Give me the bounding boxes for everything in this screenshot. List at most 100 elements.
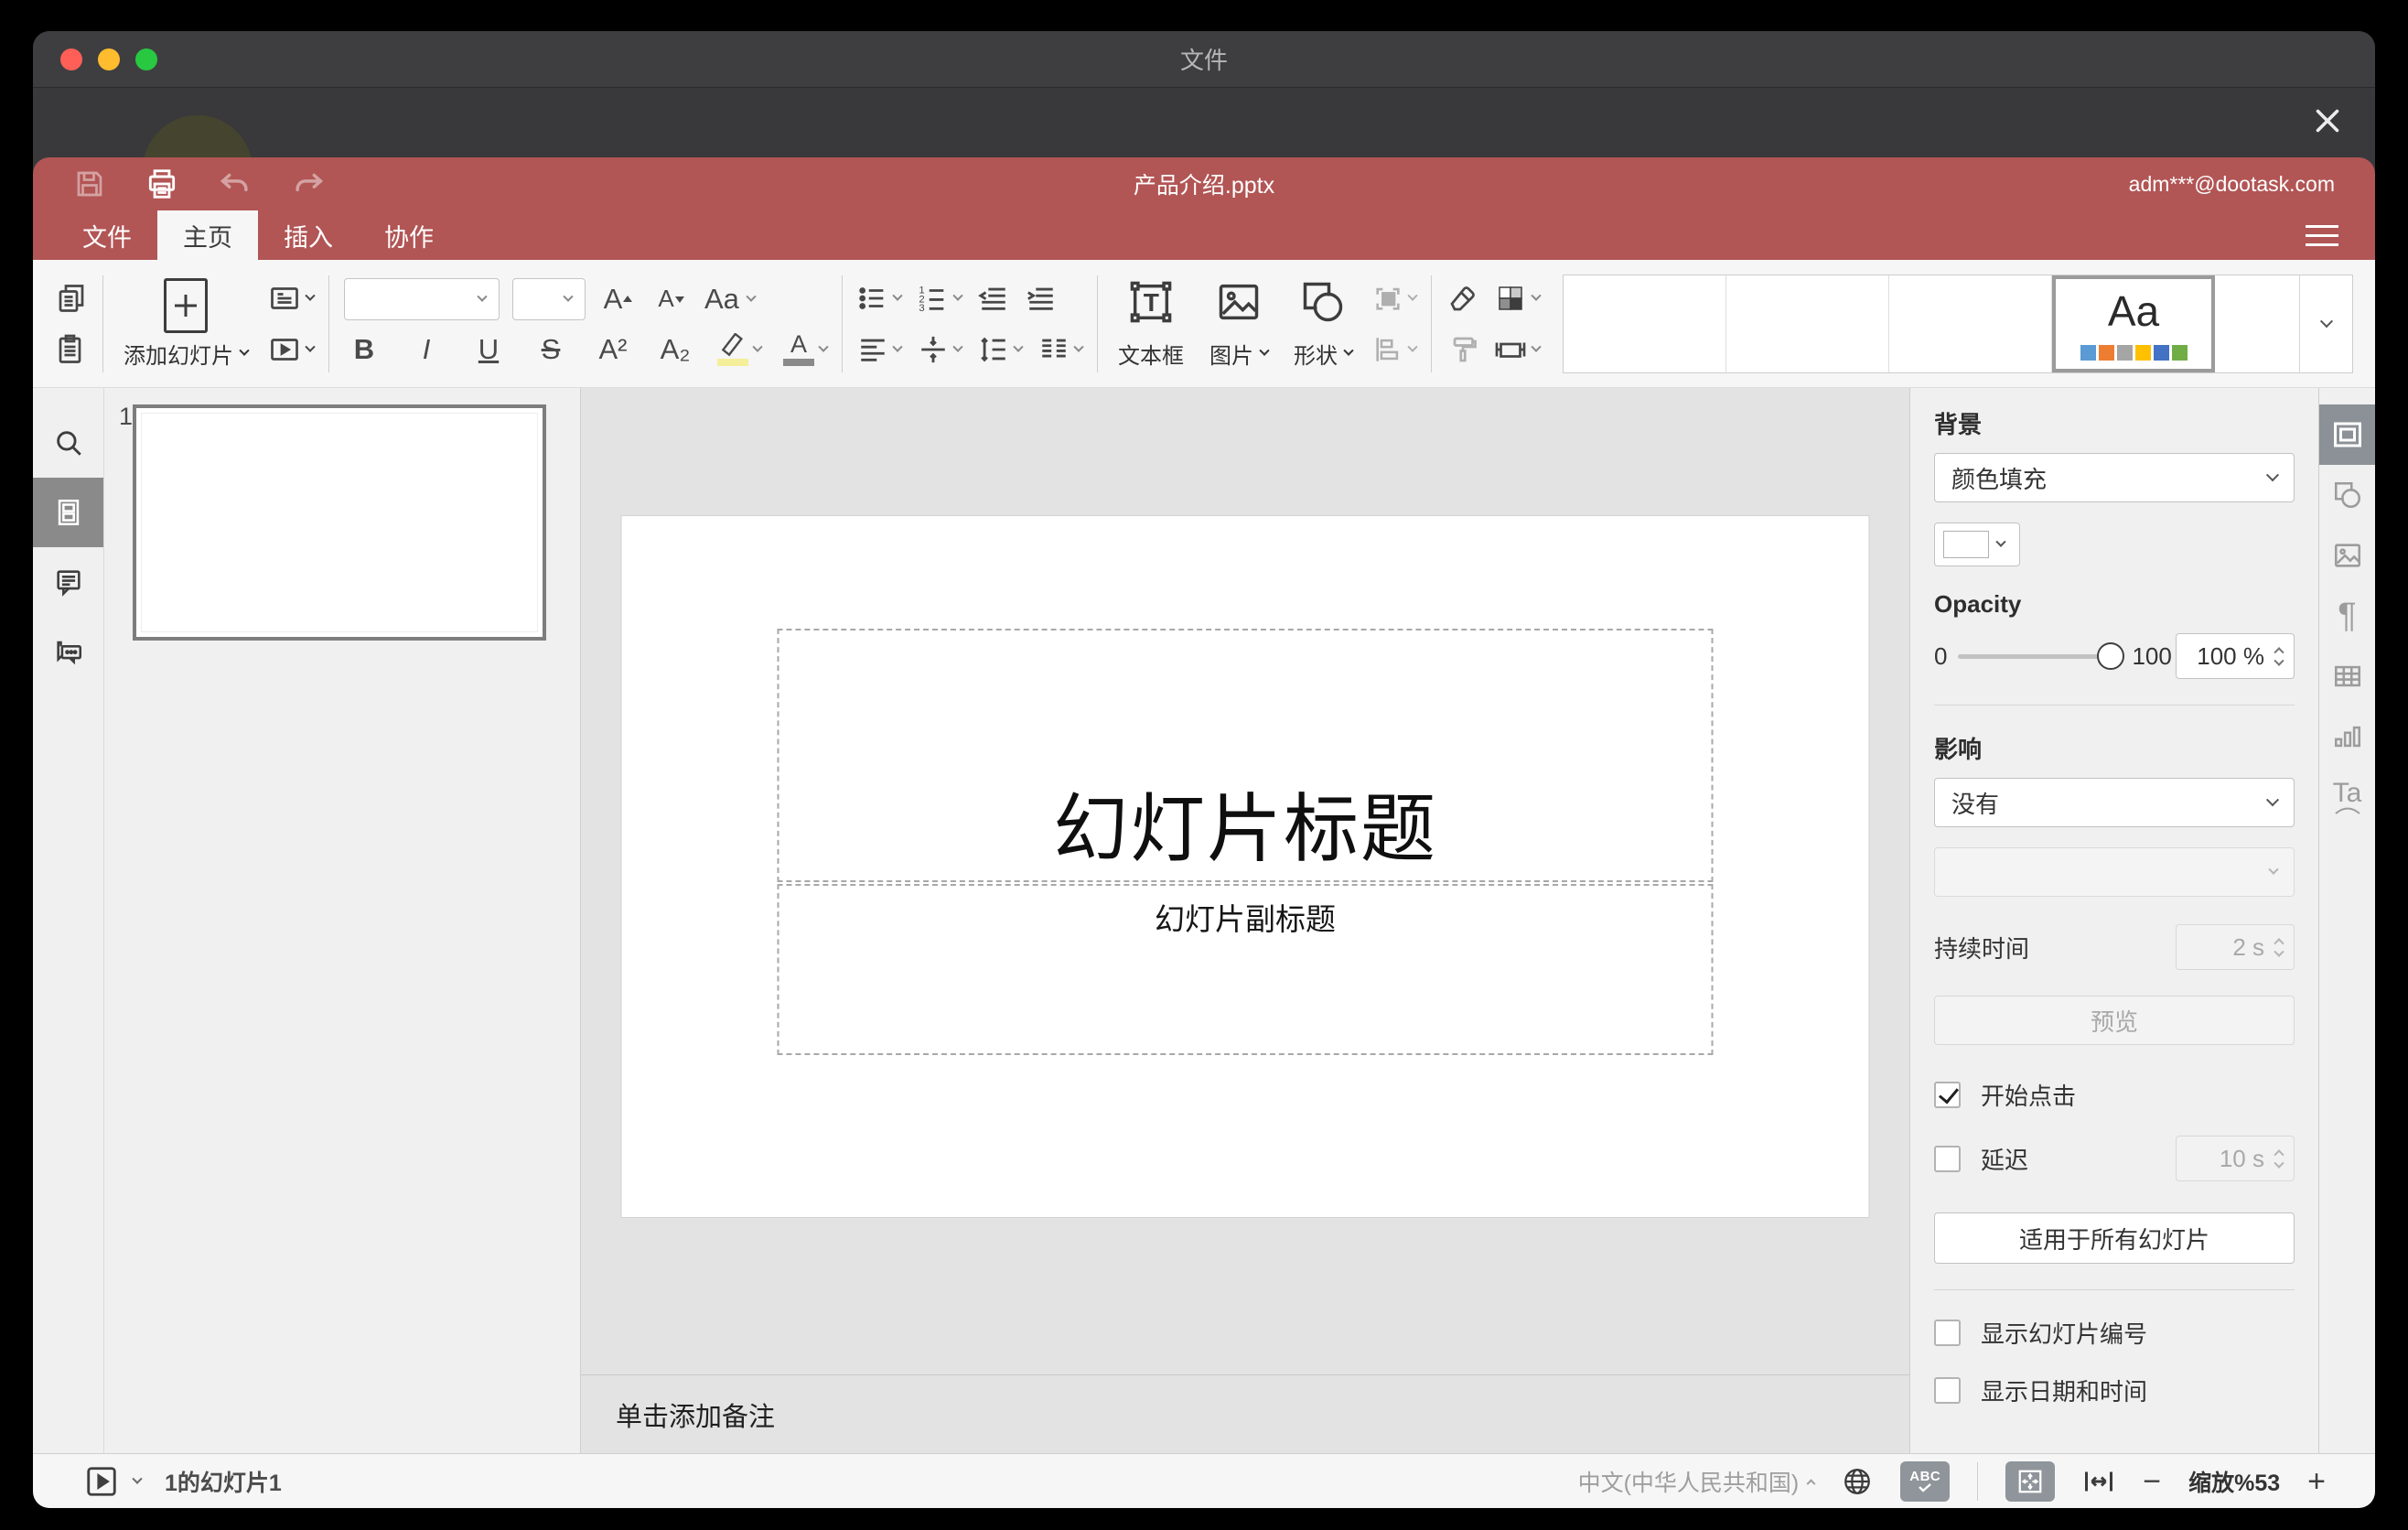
text-box-label: 文本框 [1118,343,1184,369]
paste-icon[interactable] [55,329,88,370]
horizontal-align-button[interactable] [857,329,903,370]
chevron-down-icon[interactable] [132,1473,143,1484]
increase-indent-button[interactable] [1026,278,1057,318]
effect-select[interactable]: 没有 [1934,778,2295,827]
add-slide-button[interactable]: 添加幻灯片 [118,276,253,372]
spellcheck-button[interactable]: ABC [1900,1460,1951,1502]
change-layout-button[interactable] [268,278,316,318]
document-title: 产品介绍.pptx [1133,173,1275,199]
sidebar-item-comments[interactable] [33,547,103,617]
subscript-button[interactable]: A₂ [655,333,695,366]
strikeout-button[interactable]: S [531,333,571,366]
print-icon[interactable] [145,167,179,201]
tab-home[interactable]: 主页 [157,210,258,260]
tab-file[interactable]: 文件 [57,210,157,260]
text-box-button[interactable]: T 文本框 [1113,276,1189,372]
show-slide-number-checkbox[interactable] [1934,1320,1961,1346]
spinner-down-icon[interactable] [2274,655,2284,666]
image-settings-tab[interactable] [2319,525,2375,586]
opacity-spinner[interactable]: 100 % [2176,633,2295,679]
insert-image-button[interactable]: 图片 [1204,276,1274,372]
start-on-click-checkbox[interactable] [1934,1082,1961,1108]
notes-area[interactable]: 单击添加备注 [581,1374,1909,1453]
slide-size-button[interactable] [1494,329,1542,370]
chart-settings-tab[interactable] [2319,706,2375,767]
theme-thumbnail[interactable] [2215,275,2299,372]
insert-shape-button[interactable]: 形状 [1288,276,1358,372]
numbering-button[interactable]: 123 [918,278,963,318]
menu-icon[interactable] [2293,220,2351,252]
highlight-color-button[interactable] [717,329,763,370]
theme-gallery-expand-button[interactable] [2299,275,2352,372]
line-spacing-button[interactable] [978,329,1024,370]
change-case-button[interactable]: Aa [704,283,757,316]
show-date-time-checkbox[interactable] [1934,1377,1961,1404]
title-placeholder[interactable]: 幻灯片标题 [777,629,1714,882]
delay-checkbox[interactable] [1934,1145,1961,1172]
start-slideshow-button[interactable] [268,329,316,370]
table-settings-tab[interactable] [2319,646,2375,706]
show-date-time-row: 显示日期和时间 [1934,1374,2295,1407]
theme-thumbnail-selected[interactable]: Aa [2052,275,2215,372]
tab-collaboration[interactable]: 协作 [359,210,459,260]
main-toolbar: 添加幻灯片 A A Aa B I U S A² A₂ A 1 2 3 T 文本框… [33,260,2375,388]
opacity-slider-knob[interactable] [2097,642,2125,670]
slide-actions-group [268,278,316,370]
fit-to-slide-button[interactable] [2005,1460,2056,1502]
document-language-icon[interactable] [1842,1466,1873,1497]
decrease-font-button[interactable]: A [651,285,692,313]
fill-type-value: 颜色填充 [1951,465,2048,493]
slide[interactable]: 幻灯片标题 幻灯片副标题 [621,516,1869,1217]
toolbar-separator [328,275,329,372]
svg-text:3: 3 [919,303,924,314]
sidebar-item-search[interactable] [33,408,103,478]
font-size-select[interactable] [512,277,586,320]
font-color-button[interactable]: A [783,329,829,370]
shape-settings-tab[interactable] [2319,465,2375,525]
italic-button[interactable]: I [406,333,446,366]
apply-to-all-button[interactable]: 适用于所有幻灯片 [1934,1212,2295,1264]
opacity-slider[interactable] [1958,642,2125,670]
theme-thumbnail[interactable] [1889,275,2052,372]
close-icon[interactable] [2306,99,2349,143]
language-selector[interactable]: 中文(中华人民共和国) [1578,1465,1816,1498]
subtitle-placeholder[interactable]: 幻灯片副标题 [777,884,1714,1055]
font-name-select[interactable] [344,277,500,320]
decrease-indent-button[interactable] [978,278,1009,318]
fill-color-button[interactable] [1934,523,2020,566]
paragraph-settings-tab[interactable]: ¶ [2319,586,2375,646]
status-separator [1977,1461,1979,1501]
eraser-icon[interactable] [1446,278,1479,318]
start-preview-button[interactable] [84,1464,119,1499]
undo-icon[interactable] [218,167,253,201]
textart-settings-tab[interactable]: Ta [2319,767,2375,827]
redo-icon[interactable] [291,167,326,201]
theme-thumbnail[interactable] [1564,275,1726,372]
slide-thumbnail[interactable] [133,404,546,641]
opacity-label: Opacity [1934,590,2022,618]
bold-button[interactable]: B [344,333,384,366]
increase-font-button[interactable]: A [598,283,639,316]
fill-type-select[interactable]: 颜色填充 [1934,453,2295,502]
vertical-align-button[interactable] [918,329,963,370]
align-shape-button[interactable] [1372,329,1418,370]
sidebar-item-chat[interactable] [33,617,103,686]
dark-backdrop [33,88,2375,225]
slide-settings-tab[interactable] [2319,404,2375,465]
columns-button[interactable] [1038,329,1084,370]
zoom-in-button[interactable]: + [2307,1466,2326,1497]
copy-icon[interactable] [55,278,88,318]
theme-colors-button[interactable] [1494,278,1542,318]
sidebar-item-slides[interactable] [33,478,103,547]
tab-insert[interactable]: 插入 [258,210,359,260]
bullets-button[interactable] [857,278,903,318]
save-icon[interactable] [73,167,106,200]
paint-roller-icon[interactable] [1446,329,1479,370]
underline-button[interactable]: U [468,333,509,366]
zoom-out-button[interactable]: − [2143,1466,2161,1497]
fit-to-width-button[interactable] [2082,1465,2115,1498]
slide-canvas[interactable]: 幻灯片标题 幻灯片副标题 [581,388,1909,1374]
arrange-shape-button[interactable] [1372,278,1418,318]
theme-thumbnail[interactable] [1726,275,1889,372]
superscript-button[interactable]: A² [593,333,633,366]
